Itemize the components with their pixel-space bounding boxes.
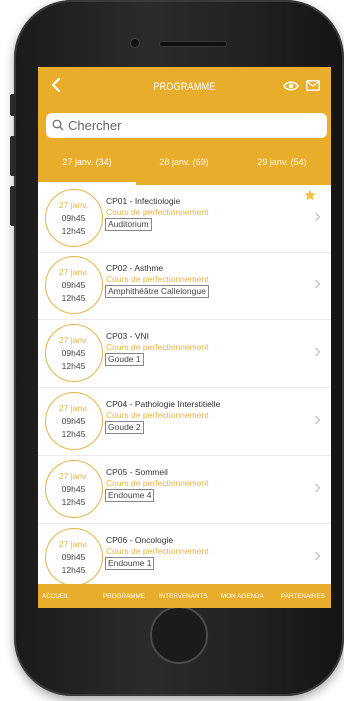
date-tabs: 27 janv. (34) 28 janv. (69) 29 janv. (54… <box>38 157 331 177</box>
start-time: 09h45 <box>61 213 86 223</box>
session-title: CP04 - Pathologie Interstitielle <box>106 399 221 409</box>
room-tag: Goude 2 <box>105 421 144 434</box>
end-time: 12h45 <box>61 226 86 236</box>
end-time: 12h45 <box>61 565 86 575</box>
volume-up-button <box>10 136 16 176</box>
session-type: Cours de perfectionnement <box>106 410 209 420</box>
room-tag: Amphithéâtre Callelongue <box>105 285 209 298</box>
end-time: 12h45 <box>61 361 86 371</box>
session-title: CP06 - Oncologie <box>106 535 174 545</box>
chevron-right-icon <box>315 347 321 357</box>
chevron-right-icon <box>315 415 321 425</box>
start-time: 09h45 <box>61 348 86 358</box>
session-type: Cours de perfectionnement <box>106 546 209 556</box>
nav-mon-agenda[interactable]: MON AGENDA <box>221 593 264 600</box>
time-badge: 27 janv. 09h45 12h45 <box>45 189 103 247</box>
search-box[interactable] <box>46 113 327 138</box>
time-badge: 27 janv. 09h45 12h45 <box>45 256 103 314</box>
session-title: CP03 - VNI <box>106 331 149 341</box>
list-item[interactable]: 27 janv. 09h45 12h45 CP02 - Asthme Cours… <box>38 252 331 320</box>
app-screen: PROGRAMME 27 janv. (34) 28 janv. (69) 29… <box>38 67 331 608</box>
date-label: 27 janv. <box>58 200 89 210</box>
session-type: Cours de perfectionnement <box>106 342 209 352</box>
date-label: 27 janv. <box>58 471 89 481</box>
time-badge: 27 janv. 09h45 12h45 <box>45 528 103 586</box>
start-time: 09h45 <box>61 552 86 562</box>
eye-icon[interactable] <box>283 80 299 92</box>
start-time: 09h45 <box>61 416 86 426</box>
chevron-left-icon[interactable] <box>50 78 64 92</box>
nav-intervenants[interactable]: INTERVENANTS <box>159 593 208 600</box>
chevron-right-icon <box>315 212 321 222</box>
session-type: Cours de perfectionnement <box>106 207 209 217</box>
start-time: 09h45 <box>61 280 86 290</box>
chevron-right-icon <box>315 551 321 561</box>
session-list: 27 janv. 09h45 12h45 CP01 - Infectiologi… <box>38 185 331 592</box>
speaker-grille <box>159 41 227 47</box>
mute-switch <box>10 94 16 116</box>
time-badge: 27 janv. 09h45 12h45 <box>45 392 103 450</box>
date-label: 27 janv. <box>58 403 89 413</box>
room-tag: Auditorium <box>105 218 152 231</box>
date-label: 27 janv. <box>58 539 89 549</box>
volume-down-button <box>10 186 16 226</box>
room-tag: Endoume 4 <box>105 489 155 502</box>
mail-icon[interactable] <box>306 80 320 91</box>
room-tag: Goude 1 <box>105 353 144 366</box>
session-title: CP05 - Sommeil <box>106 467 168 477</box>
nav-partenaires[interactable]: PARTENAIRES <box>281 593 325 600</box>
header-bar: PROGRAMME 27 janv. (34) 28 janv. (69) 29… <box>38 67 331 185</box>
date-label: 27 janv. <box>58 335 89 345</box>
list-item[interactable]: 27 janv. 09h45 12h45 CP03 - VNI Cours de… <box>38 320 331 388</box>
end-time: 12h45 <box>61 429 86 439</box>
front-camera <box>130 38 140 48</box>
end-time: 12h45 <box>61 497 86 507</box>
tab-27-janv[interactable]: 27 janv. (34) <box>38 157 136 167</box>
end-time: 12h45 <box>61 293 86 303</box>
session-type: Cours de perfectionnement <box>106 274 209 284</box>
tab-28-janv[interactable]: 28 janv. (69) <box>135 157 233 167</box>
session-title: CP02 - Asthme <box>106 263 164 273</box>
nav-accueil[interactable]: ACCUEIL <box>42 593 69 600</box>
search-icon <box>52 119 64 131</box>
date-label: 27 janv. <box>58 267 89 277</box>
session-title: CP01 - Infectiologie <box>106 196 181 206</box>
list-item[interactable]: 27 janv. 09h45 12h45 CP06 - Oncologie Co… <box>38 524 331 592</box>
list-item[interactable]: 27 janv. 09h45 12h45 CP04 - Pathologie I… <box>38 388 331 456</box>
bottom-nav: ACCUEIL PROGRAMME INTERVENANTS MON AGEND… <box>38 584 331 608</box>
start-time: 09h45 <box>61 484 86 494</box>
time-badge: 27 janv. 09h45 12h45 <box>45 324 103 382</box>
star-icon[interactable] <box>304 189 316 201</box>
page-title: PROGRAMME <box>153 81 216 93</box>
home-button[interactable] <box>150 606 208 664</box>
list-item[interactable]: 27 janv. 09h45 12h45 CP01 - Infectiologi… <box>38 185 331 253</box>
nav-programme[interactable]: PROGRAMME <box>103 593 145 600</box>
tab-29-janv[interactable]: 29 janv. (54) <box>233 157 331 167</box>
time-badge: 27 janv. 09h45 12h45 <box>45 460 103 518</box>
search-input[interactable] <box>68 116 318 135</box>
session-type: Cours de perfectionnement <box>106 478 209 488</box>
chevron-right-icon <box>315 483 321 493</box>
list-item[interactable]: 27 janv. 09h45 12h45 CP05 - Sommeil Cour… <box>38 456 331 524</box>
chevron-right-icon <box>315 279 321 289</box>
room-tag: Endoume 1 <box>105 557 155 570</box>
